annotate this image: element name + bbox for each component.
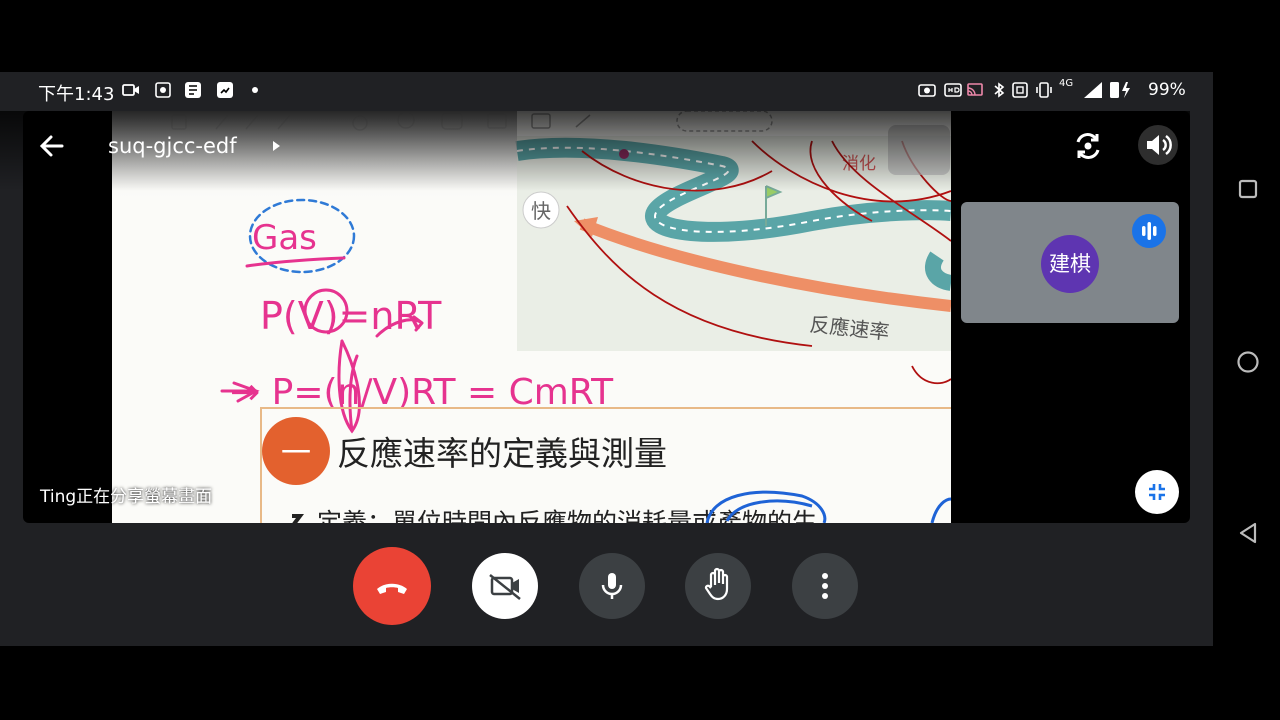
raise-hand-button[interactable]	[685, 553, 751, 619]
hd-voice-icon	[944, 83, 962, 97]
shared-slide-canvas: 快 消化 反應速率 Gas P(V)=nRT → P=(n/V)RT = CmR…	[112, 111, 951, 523]
back-arrow-icon[interactable]	[36, 130, 68, 162]
home-icon[interactable]	[1235, 349, 1261, 375]
collapse-button[interactable]	[1135, 470, 1179, 514]
digest-label: 消化	[842, 154, 876, 174]
battery-charging-icon	[1110, 82, 1130, 98]
camera-off-icon	[489, 574, 521, 600]
participant-avatar: 建棋	[1041, 235, 1099, 293]
vibrate-icon	[1036, 82, 1052, 98]
more-notifications-dot	[252, 87, 258, 93]
status-time: 下午1:43	[38, 84, 115, 105]
ideal-gas-equation: P(V)=nRT	[260, 294, 442, 338]
status-bar: 下午1:43 4G 99%	[0, 72, 1213, 108]
back-triangle-icon[interactable]	[1237, 521, 1259, 545]
participant-speaking-indicator	[1132, 214, 1166, 248]
raise-hand-icon	[704, 567, 729, 601]
end-call-button[interactable]	[353, 547, 431, 625]
presenter-overlay-tile	[888, 125, 950, 175]
switch-camera-icon[interactable]	[1070, 128, 1106, 164]
concentration-equation: → P=(n/V)RT = CmRT	[230, 372, 614, 413]
participant-tile[interactable]: 建棋	[961, 202, 1179, 323]
video-record-icon	[122, 84, 139, 96]
audio-level-icon	[1142, 222, 1157, 240]
battery-percent: 99%	[1148, 80, 1186, 100]
presenting-status: Ting正在分享螢幕畫面	[40, 487, 213, 507]
section-title: 反應速率的定義與測量	[337, 434, 667, 473]
fast-label: 快	[531, 199, 551, 223]
screen-capture-icon	[155, 82, 171, 98]
stock-app-icon	[217, 82, 233, 98]
camera-in-use-icon	[918, 84, 936, 97]
speaker-icon	[1147, 134, 1172, 156]
more-options-button[interactable]	[792, 553, 858, 619]
microphone-button[interactable]	[579, 553, 645, 619]
cast-icon	[967, 83, 983, 96]
more-vert-icon	[822, 573, 828, 599]
app-notification-icon	[185, 82, 201, 98]
section-number: 一	[281, 436, 311, 471]
signal-strength-icon	[1084, 82, 1102, 98]
definition-text: 定義：單位時間內反應物的消耗量或產物的生	[317, 508, 817, 523]
shared-screen[interactable]: 快 消化 反應速率 Gas P(V)=nRT → P=(n/V)RT = CmR…	[112, 111, 951, 523]
microphone-icon	[601, 573, 623, 599]
camera-toggle-button[interactable]	[472, 553, 538, 619]
network-type-label: 4G	[1059, 78, 1074, 89]
recents-icon[interactable]	[1237, 178, 1259, 200]
gas-handwritten: Gas	[252, 218, 317, 258]
meeting-code[interactable]: suq-gjcc-edf	[108, 134, 237, 158]
bluetooth-icon	[994, 82, 1005, 98]
android-nav-bar	[1213, 72, 1280, 646]
hang-up-icon	[377, 583, 407, 594]
chevron-right-icon[interactable]	[271, 140, 281, 152]
nfc-icon	[1012, 82, 1028, 98]
collapse-icon	[1149, 484, 1165, 500]
speaker-button[interactable]	[1138, 125, 1178, 165]
